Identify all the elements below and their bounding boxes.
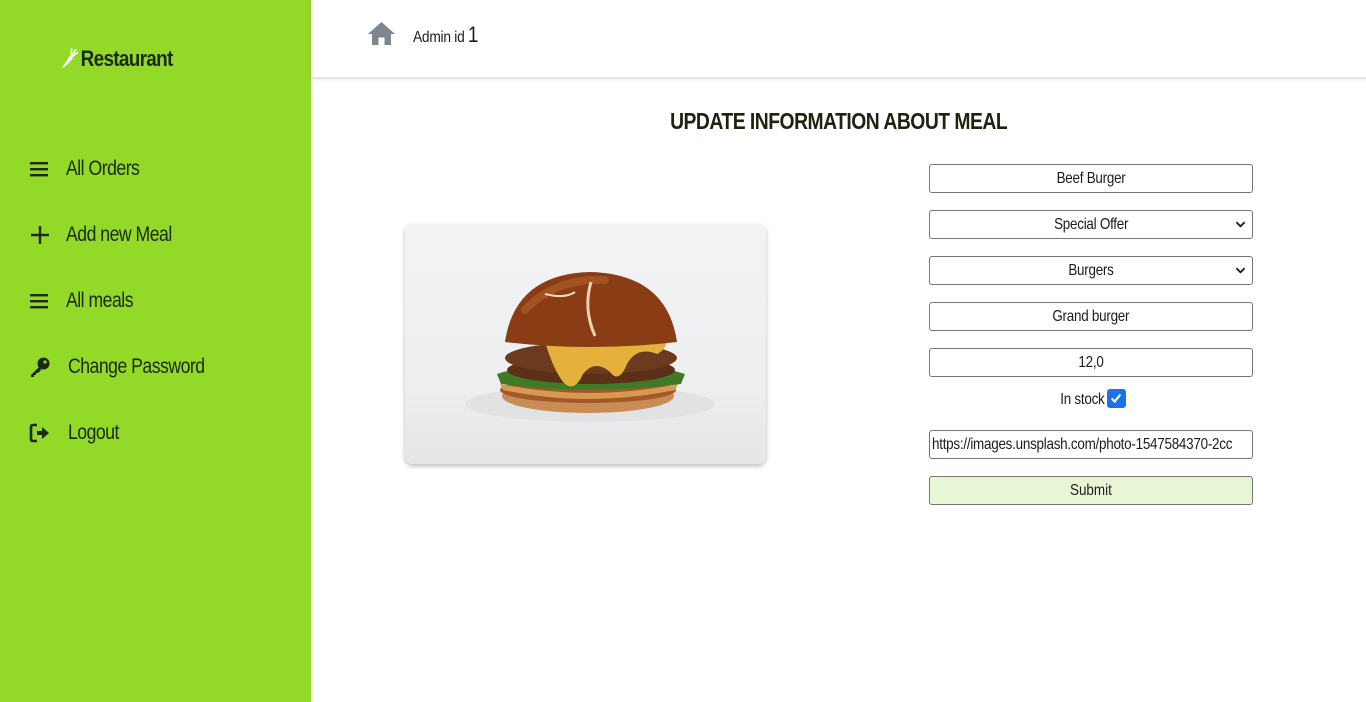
burger-image: [465, 272, 715, 422]
chevron-down-icon: [1235, 221, 1246, 228]
plus-icon: [28, 223, 52, 247]
sidebar-nav: All Orders Add new Meal All meals Change…: [28, 136, 231, 466]
checkmark-icon: [1111, 393, 1122, 404]
sidebar-item-all-orders[interactable]: All Orders: [28, 136, 231, 202]
description-input[interactable]: Grand burger: [929, 302, 1253, 331]
page-title-text: UPDATE INFORMATION ABOUT MEAL: [669, 108, 1008, 134]
sidebar-item-change-password[interactable]: Change Password: [28, 334, 231, 400]
offer-select[interactable]: Special Offer: [929, 210, 1253, 239]
chevron-down-icon: [1235, 267, 1246, 274]
category-select[interactable]: Burgers: [929, 256, 1253, 285]
sidebar-item-label: All meals: [66, 289, 134, 312]
brand-logo[interactable]: Restaurant: [60, 46, 173, 72]
admin-label: Admin id: [413, 29, 465, 46]
image-url-input[interactable]: https://images.unsplash.com/photo-154758…: [929, 430, 1253, 459]
in-stock-label: In stock: [1060, 391, 1105, 408]
admin-info: Admin id 1: [413, 22, 478, 48]
sidebar-item-all-meals[interactable]: All meals: [28, 268, 231, 334]
sidebar-item-label: Logout: [68, 421, 119, 444]
sidebar-item-label: Add new Meal: [66, 223, 172, 246]
home-icon[interactable]: [367, 20, 396, 46]
menu-icon: [28, 157, 52, 181]
key-icon: [28, 355, 52, 379]
meal-name-input[interactable]: Beef Burger: [929, 164, 1253, 193]
meal-image: [405, 224, 766, 464]
price-input[interactable]: 12,0: [929, 348, 1253, 377]
admin-id: 1: [467, 22, 479, 47]
sidebar-item-label: Change Password: [68, 355, 205, 378]
submit-button[interactable]: Submit: [929, 476, 1253, 505]
in-stock-row: In stock: [929, 388, 1253, 412]
sidebar-item-label: All Orders: [66, 157, 140, 180]
sidebar: Restaurant All Orders Add new Meal All m…: [0, 0, 311, 702]
sidebar-item-logout[interactable]: Logout: [28, 400, 231, 466]
page-title: UPDATE INFORMATION ABOUT MEAL: [311, 108, 1366, 135]
carrot-icon: [62, 48, 79, 69]
sidebar-item-add-new-meal[interactable]: Add new Meal: [28, 202, 231, 268]
in-stock-checkbox[interactable]: [1106, 388, 1126, 408]
logout-icon: [28, 421, 52, 445]
top-bar: Admin id 1: [311, 0, 1366, 79]
meal-form: Beef Burger Special Offer Burgers Grand …: [929, 164, 1253, 505]
brand-name: Restaurant: [80, 46, 174, 71]
menu-icon: [28, 289, 52, 313]
